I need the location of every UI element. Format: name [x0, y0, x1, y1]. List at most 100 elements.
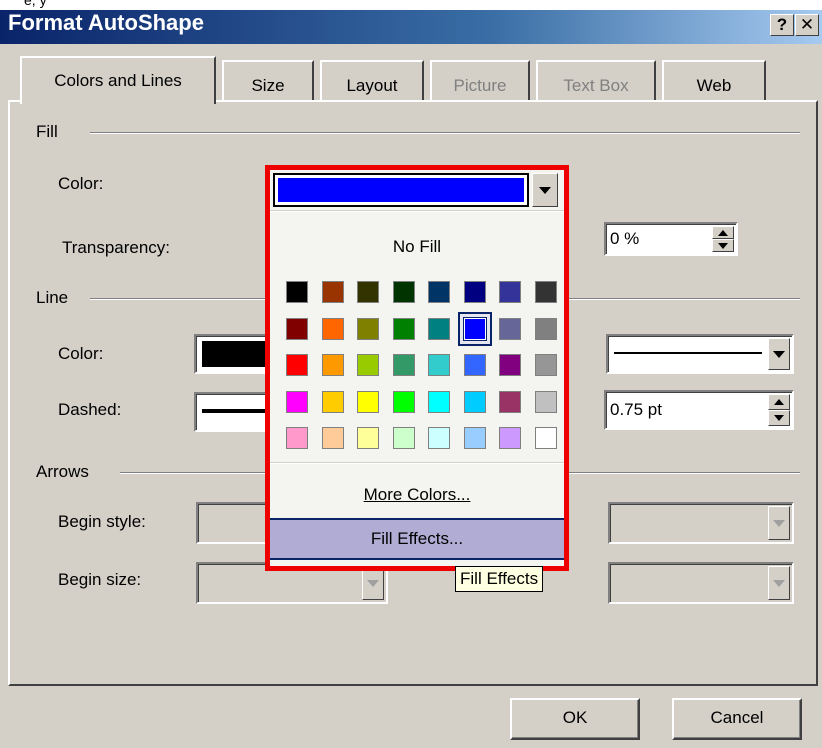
color-swatch-fill — [321, 354, 344, 376]
color-swatch[interactable] — [387, 348, 421, 382]
color-swatch[interactable] — [457, 311, 492, 346]
color-swatch-fill — [499, 354, 521, 376]
color-swatch[interactable] — [493, 385, 527, 419]
fill-color-label: Color: — [58, 174, 104, 193]
line-weight-field[interactable]: 0.75 pt — [604, 390, 794, 430]
color-swatch[interactable] — [422, 312, 456, 346]
color-swatch[interactable] — [387, 275, 421, 309]
color-swatch[interactable] — [351, 421, 385, 455]
spin-up-icon — [718, 229, 728, 236]
color-swatch[interactable] — [422, 275, 456, 309]
color-swatch[interactable] — [529, 421, 563, 455]
color-swatch[interactable] — [422, 348, 456, 382]
line-color-swatch — [202, 341, 272, 367]
tab-size[interactable]: Size — [222, 60, 314, 102]
begin-style-dropdown[interactable] — [196, 502, 276, 544]
transparency-field[interactable]: 0 % — [604, 222, 738, 256]
line-color-dropdown[interactable] — [194, 334, 274, 374]
chevron-down-icon — [773, 579, 785, 587]
color-swatch-fill — [428, 427, 450, 449]
close-button[interactable]: ✕ — [795, 14, 819, 36]
color-swatch-fill — [357, 354, 379, 376]
color-swatch-fill — [321, 281, 344, 303]
tab-picture[interactable]: Picture — [430, 60, 530, 102]
fill-color-dropdown-button[interactable] — [532, 173, 558, 207]
color-swatch-fill — [499, 427, 521, 449]
color-swatch-fill — [534, 427, 557, 449]
more-colors-label: More Colors... — [363, 485, 471, 504]
color-swatch[interactable] — [493, 275, 527, 309]
color-swatch[interactable] — [280, 421, 314, 455]
line-weight-spinner[interactable] — [768, 394, 790, 426]
color-swatch[interactable] — [280, 312, 314, 346]
tab-colors-and-lines[interactable]: Colors and Lines — [20, 56, 216, 104]
color-swatch[interactable] — [387, 312, 421, 346]
color-swatch-fill — [321, 390, 344, 413]
color-swatch[interactable] — [316, 348, 350, 382]
color-swatch[interactable] — [316, 275, 350, 309]
window-title: Format AutoShape — [8, 10, 204, 35]
color-swatch[interactable] — [280, 385, 314, 419]
color-swatch[interactable] — [351, 312, 385, 346]
spin-up-button[interactable] — [712, 226, 734, 239]
tab-text-box[interactable]: Text Box — [536, 60, 656, 102]
begin-size-dropdown-button[interactable] — [362, 566, 384, 600]
color-swatch[interactable] — [351, 275, 385, 309]
color-swatch[interactable] — [493, 421, 527, 455]
begin-size-label: Begin size: — [58, 570, 142, 589]
color-swatch[interactable] — [422, 421, 456, 455]
color-swatch[interactable] — [316, 312, 350, 346]
color-swatch[interactable] — [458, 275, 492, 309]
color-swatch[interactable] — [529, 312, 563, 346]
background-window-strip: e, y — [0, 0, 822, 10]
spin-up-button[interactable] — [768, 394, 790, 410]
line-style-dropdown-button[interactable] — [768, 338, 790, 370]
color-swatch[interactable] — [387, 421, 421, 455]
fill-effects-option[interactable]: Fill Effects... — [270, 518, 564, 560]
no-fill-option[interactable]: No Fill — [270, 232, 564, 262]
color-swatch[interactable] — [529, 275, 563, 309]
cancel-button[interactable]: Cancel — [672, 698, 802, 740]
tab-layout[interactable]: Layout — [320, 60, 424, 102]
more-colors-option[interactable]: More Colors... — [270, 478, 564, 512]
color-swatch[interactable] — [351, 385, 385, 419]
popup-divider — [270, 462, 564, 464]
color-swatch[interactable] — [458, 385, 492, 419]
color-swatch-fill — [357, 427, 379, 449]
chevron-down-icon — [367, 579, 379, 587]
chevron-down-icon — [773, 519, 785, 527]
end-style-dropdown[interactable] — [608, 502, 794, 544]
help-button[interactable]: ? — [770, 14, 794, 36]
transparency-value: 0 % — [610, 229, 640, 248]
end-style-dropdown-button[interactable] — [768, 506, 790, 540]
color-swatch[interactable] — [529, 385, 563, 419]
ok-button[interactable]: OK — [510, 698, 640, 740]
fill-effects-tooltip: Fill Effects — [455, 566, 544, 592]
popup-divider — [270, 210, 564, 212]
color-swatch[interactable] — [316, 385, 350, 419]
fill-color-dropdown[interactable] — [273, 173, 529, 207]
color-swatch[interactable] — [493, 348, 527, 382]
color-swatch[interactable] — [422, 385, 456, 419]
color-swatch[interactable] — [316, 421, 350, 455]
begin-style-label: Begin style: — [58, 512, 146, 531]
color-swatch[interactable] — [493, 312, 527, 346]
transparency-spinner[interactable] — [712, 226, 734, 252]
spin-down-button[interactable] — [712, 239, 734, 252]
chevron-down-icon — [539, 186, 551, 194]
dashed-dropdown[interactable] — [194, 392, 274, 432]
color-swatch[interactable] — [351, 348, 385, 382]
current-color-swatch — [278, 178, 524, 202]
line-style-dropdown[interactable] — [606, 334, 794, 374]
color-swatch[interactable] — [458, 348, 492, 382]
fill-group-label: Fill — [36, 122, 68, 142]
spin-down-button[interactable] — [768, 410, 790, 426]
color-swatch[interactable] — [458, 421, 492, 455]
color-swatch[interactable] — [280, 275, 314, 309]
end-size-dropdown-button[interactable] — [768, 566, 790, 600]
tab-web[interactable]: Web — [662, 60, 766, 102]
color-swatch[interactable] — [387, 385, 421, 419]
color-swatch[interactable] — [280, 348, 314, 382]
end-size-dropdown[interactable] — [608, 562, 794, 604]
color-swatch[interactable] — [529, 348, 563, 382]
